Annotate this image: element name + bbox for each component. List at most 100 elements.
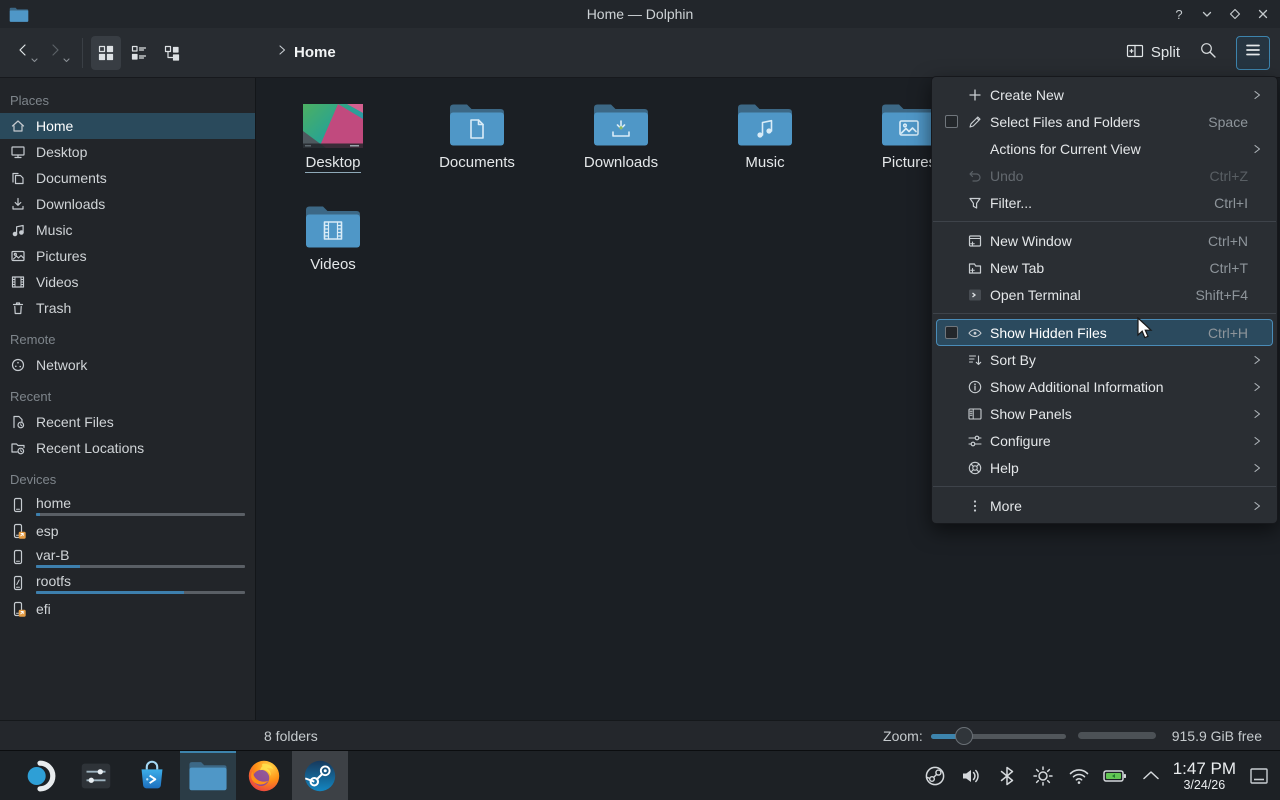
taskbar-firefox[interactable]	[236, 751, 292, 800]
back-button[interactable]	[10, 38, 36, 68]
folder-item-desktop[interactable]: Desktop	[261, 90, 405, 192]
minimize-button[interactable]	[1199, 6, 1215, 22]
breadcrumb-home[interactable]: Home	[294, 44, 336, 61]
sidebar-item-content: home	[36, 495, 245, 516]
sidebar-item-videos[interactable]: Videos	[0, 269, 255, 295]
folder-icon	[736, 90, 794, 148]
folder-item-label: Desktop	[305, 154, 360, 173]
help-button[interactable]: ?	[1171, 6, 1187, 22]
folder-item-documents[interactable]: Documents	[405, 90, 549, 192]
sidebar-item-desktop[interactable]: Desktop	[0, 139, 255, 165]
sidebar-item-content: efi	[36, 601, 245, 617]
chevron-up-tray-button[interactable]	[1139, 764, 1163, 788]
menu-item-select-files-and-folders[interactable]: Select Files and FoldersSpace	[936, 108, 1273, 135]
close-button[interactable]	[1255, 6, 1271, 22]
zoom-label: Zoom:	[883, 728, 923, 744]
window-title: Home — Dolphin	[0, 6, 1280, 22]
wifi-tray-button[interactable]	[1067, 764, 1091, 788]
menu-item-configure[interactable]: Configure	[936, 427, 1273, 454]
folder-item-music[interactable]: Music	[693, 90, 837, 192]
sidebar-item-content: Trash	[36, 300, 245, 316]
checkbox-unchecked[interactable]	[945, 115, 958, 128]
forward-history-caret-icon[interactable]	[63, 50, 70, 68]
system-settings-icon	[77, 757, 115, 795]
tree-view-button[interactable]	[157, 36, 187, 70]
sidebar-item-home[interactable]: Home	[0, 113, 255, 139]
sidebar-item-var-b[interactable]: var-B	[0, 544, 255, 570]
taskbar-apps	[12, 751, 348, 800]
menu-item-shortcut: Ctrl+T	[1210, 260, 1249, 276]
zoom-slider-handle[interactable]	[955, 727, 973, 745]
menu-item-create-new[interactable]: Create New	[936, 81, 1273, 108]
chevron-right-icon	[47, 42, 63, 63]
show-desktop-button[interactable]	[1246, 763, 1272, 789]
icons-view-button[interactable]	[91, 36, 121, 70]
titlebar[interactable]: Home — Dolphin ?	[0, 0, 1280, 28]
menu-item-show-additional-information[interactable]: Show Additional Information	[936, 373, 1273, 400]
bluetooth-tray-button[interactable]	[995, 764, 1019, 788]
sidebar-item-label: Recent Locations	[36, 440, 245, 456]
sidebar-item-recent-files[interactable]: Recent Files	[0, 409, 255, 435]
sidebar-item-label: Home	[36, 118, 245, 134]
sidebar-item-recent-locations[interactable]: Recent Locations	[0, 435, 255, 461]
folder-item-videos[interactable]: Videos	[261, 192, 405, 294]
menu-item-help[interactable]: Help	[936, 454, 1273, 481]
menu-item-label: Open Terminal	[990, 287, 1183, 303]
back-history-caret-icon[interactable]	[31, 50, 38, 68]
menu-item-open-terminal[interactable]: Open TerminalShift+F4	[936, 281, 1273, 308]
volume-tray-button[interactable]	[959, 764, 983, 788]
hamburger-menu-button[interactable]	[1236, 36, 1270, 70]
zoom-slider[interactable]	[931, 727, 1066, 745]
menu-item-label: New Tab	[990, 260, 1198, 276]
menu-item-filter-[interactable]: Filter...Ctrl+I	[936, 189, 1273, 216]
info-icon	[967, 379, 983, 395]
help-hand-icon	[967, 460, 983, 476]
sidebar-item-esp[interactable]: esp	[0, 518, 255, 544]
sidebar-item-rootfs[interactable]: rootfs	[0, 570, 255, 596]
zoom-area: Zoom: 915.9 GiB free	[883, 727, 1270, 745]
menu-item-new-tab[interactable]: New Tab Ctrl+T	[936, 254, 1273, 281]
sidebar-item-trash[interactable]: Trash	[0, 295, 255, 321]
taskbar-dolphin[interactable]	[180, 751, 236, 800]
split-button[interactable]: Split	[1126, 42, 1180, 64]
drive-root-icon	[10, 575, 26, 591]
checkbox-unchecked[interactable]	[945, 326, 958, 339]
menu-item-undo[interactable]: UndoCtrl+Z	[936, 162, 1273, 189]
sidebar-item-efi[interactable]: efi	[0, 596, 255, 622]
menu-checkbox[interactable]	[945, 326, 967, 339]
breadcrumb[interactable]: Home	[276, 43, 336, 62]
sidebar-item-documents[interactable]: Documents	[0, 165, 255, 191]
folder-grid: Desktop Documents Downloads Music Pictur…	[261, 90, 983, 294]
battery-tray-button[interactable]	[1103, 764, 1127, 788]
sidebar-item-pictures[interactable]: Pictures	[0, 243, 255, 269]
menu-item-label: Configure	[990, 433, 1248, 449]
menu-item-shortcut: Ctrl+H	[1208, 325, 1248, 341]
search-button[interactable]	[1196, 41, 1220, 65]
menu-item-more[interactable]: More	[936, 492, 1273, 519]
details-view-button[interactable]	[124, 36, 154, 70]
menu-item-show-hidden-files[interactable]: Show Hidden FilesCtrl+H	[936, 319, 1273, 346]
taskbar-system-settings[interactable]	[68, 751, 124, 800]
clock-time: 1:47 PM	[1173, 759, 1236, 778]
clock[interactable]: 1:47 PM 3/24/26	[1173, 759, 1236, 792]
sidebar-item-home[interactable]: home	[0, 492, 255, 518]
menu-item-new-window[interactable]: New WindowCtrl+N	[936, 227, 1273, 254]
brightness-tray-button[interactable]	[1031, 764, 1055, 788]
taskbar-app-launcher[interactable]	[12, 751, 68, 800]
sidebar-item-label: efi	[36, 601, 245, 617]
taskbar-discover[interactable]	[124, 751, 180, 800]
folder-item-downloads[interactable]: Downloads	[549, 90, 693, 192]
maximize-button[interactable]	[1227, 6, 1243, 22]
menu-item-actions-for-current-view[interactable]: Actions for Current View	[936, 135, 1273, 162]
menu-checkbox[interactable]	[945, 115, 967, 128]
forward-button[interactable]	[42, 38, 68, 68]
menu-item-sort-by[interactable]: Sort By	[936, 346, 1273, 373]
menu-item-show-panels[interactable]: Show Panels	[936, 400, 1273, 427]
items-count: 8 folders	[264, 728, 318, 744]
sidebar-item-music[interactable]: Music	[0, 217, 255, 243]
brightness-icon	[1031, 764, 1055, 788]
sidebar-item-network[interactable]: Network	[0, 352, 255, 378]
taskbar-steam[interactable]	[292, 751, 348, 800]
sidebar-item-downloads[interactable]: Downloads	[0, 191, 255, 217]
steam-tray-tray-button[interactable]	[923, 764, 947, 788]
